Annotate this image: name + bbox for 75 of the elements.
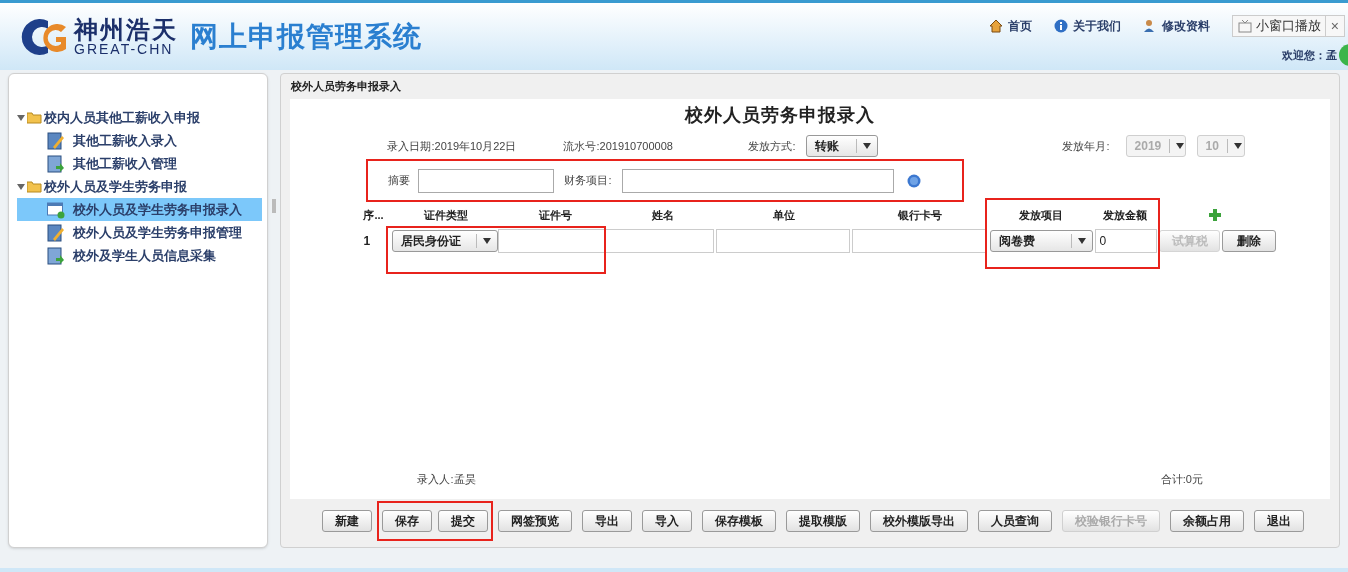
toolbar-button[interactable]: 网签预览 (498, 510, 573, 532)
serial-number: 流水号:201910700008 (563, 138, 674, 154)
caret-icon (1233, 143, 1242, 149)
toolbar-button[interactable]: 余额占用 (1170, 510, 1245, 532)
pay-method-label: 发放方式: (748, 138, 797, 154)
form-title: 校外人员劳务申报录入 (685, 104, 876, 127)
tree-item[interactable]: 校外人员及学生劳务申报录入 (17, 198, 262, 221)
id-type-select[interactable]: 居民身份证 (392, 230, 499, 252)
pay-item-select[interactable]: 阅卷费 (990, 230, 1094, 252)
brand-subtitle: GREAT-CHN (74, 41, 174, 56)
column-header: 发放项目 (1017, 207, 1064, 223)
column-header: 证件号 (537, 207, 573, 223)
splitter-handle[interactable] (272, 198, 277, 213)
bank-card-field[interactable] (852, 229, 987, 253)
toolbar-button[interactable]: 保存 (382, 510, 433, 532)
caret-icon (483, 238, 492, 244)
finance-item-label: 财务项目: (564, 173, 613, 189)
add-icon[interactable] (1209, 209, 1222, 221)
tree-group[interactable]: 校内人员其他工薪收入申报 (17, 106, 268, 129)
folder-icon (27, 111, 42, 124)
total-amount: 合计:0元 (1160, 471, 1203, 487)
tree-item[interactable]: 校外及学生人员信息采集 (17, 244, 262, 267)
column-header: 证件类型 (423, 207, 470, 223)
info-icon (1053, 19, 1068, 33)
column-header: 序... (363, 207, 385, 223)
toolbar-button[interactable]: 提取模版 (786, 510, 861, 532)
row-number: 1 (363, 233, 372, 250)
toolbar-button[interactable]: 新建 (322, 510, 373, 532)
pencil-document-icon (47, 131, 65, 150)
nav-link[interactable]: 修改资料 (1142, 17, 1210, 35)
window-add-icon (47, 200, 65, 219)
column-header: 发放金额 (1102, 207, 1149, 223)
welcome-text: 欢迎您：孟 (1282, 47, 1337, 63)
pay-period-label: 发放年月: (1062, 138, 1110, 154)
tree-item[interactable]: 其他工薪收入录入 (17, 129, 262, 152)
tree-item[interactable]: 校外人员及学生劳务申报管理 (17, 221, 262, 244)
nav-link[interactable]: 关于我们 (1053, 17, 1121, 35)
folder-icon (27, 180, 42, 193)
caret-icon (863, 143, 872, 149)
user-icon (1142, 19, 1157, 33)
tree-item[interactable]: 其他工薪收入管理 (17, 152, 262, 175)
toolbar-button[interactable]: 提交 (438, 510, 489, 532)
caret-icon (1078, 238, 1087, 244)
expand-arrow-icon (17, 182, 25, 191)
toolbar-button[interactable]: 导入 (642, 510, 693, 532)
home-icon (988, 19, 1003, 33)
pay-method-select[interactable]: 转账 (806, 135, 879, 157)
finance-item-field[interactable] (622, 168, 895, 193)
help-icon[interactable] (907, 173, 922, 188)
expand-arrow-icon (17, 113, 25, 122)
system-title: 网上申报管理系统 (190, 19, 422, 54)
popup-label: 小窗口播放 (1254, 17, 1322, 36)
toolbar-button[interactable]: 导出 (582, 510, 633, 532)
tv-icon (1237, 19, 1252, 33)
breadcrumb: 校外人员劳务申报录入 (290, 79, 403, 95)
caret-icon (1176, 143, 1185, 149)
delete-button[interactable]: 删除 (1222, 230, 1277, 252)
brand-name: 神州浩天 (74, 17, 178, 42)
column-header: 姓名 (651, 207, 676, 223)
amount-field[interactable]: 0 (1095, 229, 1158, 253)
summary-field[interactable] (418, 168, 555, 193)
summary-label: 摘要 (388, 173, 412, 189)
nav-link[interactable]: 首页 (988, 17, 1032, 35)
entry-date: 录入日期:2019年10月22日 (387, 138, 518, 154)
unit-field[interactable] (716, 229, 851, 253)
close-button[interactable]: × (1324, 16, 1344, 36)
tree-group[interactable]: 校外人员及学生劳务申报 (17, 175, 268, 198)
toolbar-button[interactable]: 人员查询 (978, 510, 1053, 532)
entered-by: 录入人:孟昊 (417, 471, 476, 487)
column-header: 银行卡号 (896, 207, 944, 223)
column-header: 单位 (772, 207, 797, 223)
toolbar-button[interactable]: 校外模版导出 (870, 510, 969, 532)
toolbar-button[interactable]: 保存模板 (702, 510, 777, 532)
toolbar-button[interactable]: 退出 (1254, 510, 1305, 532)
pencil-document-icon (47, 223, 65, 242)
